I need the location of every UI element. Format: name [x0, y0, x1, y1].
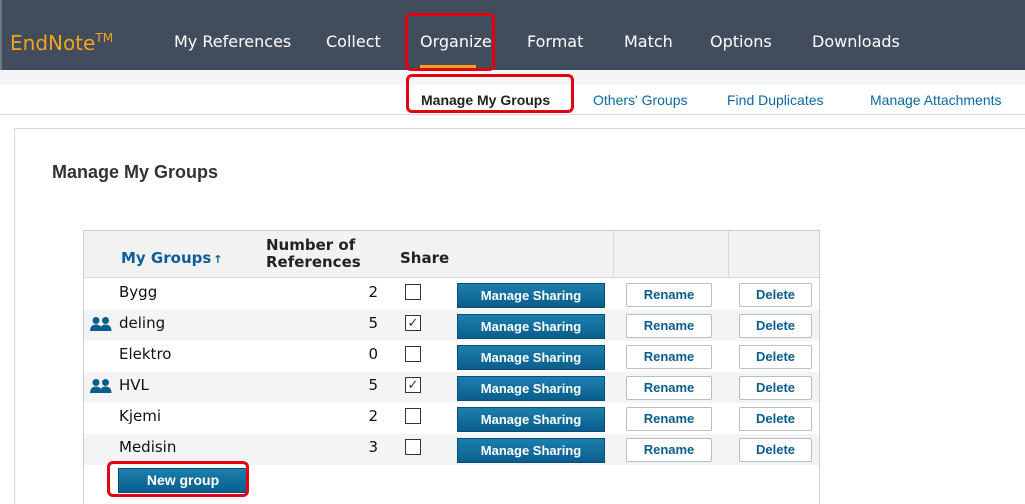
top-navigation: EndNoteTM My References Collect Organize… [0, 0, 1025, 115]
table-row: Elektro 0 Manage Sharing Rename Delete [84, 341, 819, 372]
column-header-count-line2: References [266, 253, 361, 271]
reference-count: 5 [368, 314, 378, 332]
top-bar: EndNoteTM My References Collect Organize… [0, 0, 1025, 70]
column-separator [613, 231, 614, 278]
delete-button[interactable]: Delete [739, 283, 812, 307]
column-header-share: Share [400, 249, 450, 267]
nav-collect[interactable]: Collect [326, 33, 381, 51]
rename-button[interactable]: Rename [626, 407, 712, 431]
subnav-divider [0, 114, 1025, 115]
rename-button[interactable]: Rename [626, 345, 712, 369]
rename-button[interactable]: Rename [626, 438, 712, 462]
manage-sharing-button[interactable]: Manage Sharing [457, 314, 605, 339]
manage-sharing-button[interactable]: Manage Sharing [457, 345, 605, 370]
delete-button[interactable]: Delete [739, 407, 812, 431]
nav-my-references[interactable]: My References [174, 33, 291, 51]
manage-sharing-button[interactable]: Manage Sharing [457, 376, 605, 401]
share-checkbox[interactable] [405, 408, 421, 424]
reference-count: 5 [368, 376, 378, 394]
sort-arrow-up-icon: ↑ [213, 253, 223, 266]
share-checkbox[interactable] [405, 439, 421, 455]
delete-button[interactable]: Delete [739, 376, 812, 400]
table-row: deling 5 ✓ Manage Sharing Rename Delete [84, 310, 819, 341]
new-group-highlight-box [107, 461, 249, 497]
column-header-my-groups-label: My Groups [121, 249, 212, 267]
table-row: Kjemi 2 Manage Sharing Rename Delete [84, 403, 819, 434]
group-name: Elektro [119, 345, 172, 363]
group-name: HVL [119, 376, 149, 394]
subnav-find-duplicates[interactable]: Find Duplicates [727, 92, 824, 108]
share-checkbox[interactable]: ✓ [405, 315, 421, 331]
reference-count: 2 [368, 407, 378, 425]
manage-sharing-button[interactable]: Manage Sharing [457, 283, 605, 308]
subnav-others-groups[interactable]: Others' Groups [593, 92, 688, 108]
column-header-my-groups[interactable]: My Groups ↑ [121, 250, 223, 268]
nav-options[interactable]: Options [710, 33, 772, 51]
rename-button[interactable]: Rename [626, 376, 712, 400]
table-row: HVL 5 ✓ Manage Sharing Rename Delete [84, 372, 819, 403]
rename-button[interactable]: Rename [626, 283, 712, 307]
manage-my-groups-highlight-box [406, 74, 574, 113]
people-icon [90, 317, 112, 331]
brand-logo[interactable]: EndNoteTM [10, 28, 113, 53]
share-checkbox[interactable] [405, 284, 421, 300]
table-header-row: My Groups ↑ Number of References Share [84, 231, 819, 278]
delete-button[interactable]: Delete [739, 345, 812, 369]
brand-name: EndNote [10, 31, 96, 55]
rename-button[interactable]: Rename [626, 314, 712, 338]
share-checkbox[interactable] [405, 346, 421, 362]
nav-match[interactable]: Match [624, 33, 673, 51]
nav-format[interactable]: Format [527, 33, 583, 51]
manage-sharing-button[interactable]: Manage Sharing [457, 407, 605, 432]
delete-button[interactable]: Delete [739, 314, 812, 338]
organize-highlight-box [405, 13, 495, 71]
group-name: Kjemi [119, 407, 162, 425]
reference-count: 0 [368, 345, 378, 363]
share-checkbox[interactable]: ✓ [405, 377, 421, 393]
column-header-count-line1: Number of [266, 236, 356, 254]
page-title: Manage My Groups [52, 162, 219, 182]
group-name: Bygg [119, 283, 158, 301]
group-name: Medisin [119, 438, 177, 456]
group-name: deling [119, 314, 166, 332]
subnav-manage-attachments[interactable]: Manage Attachments [870, 92, 1002, 108]
table-row: Bygg 2 Manage Sharing Rename Delete [84, 279, 819, 310]
brand-trademark: TM [95, 31, 114, 45]
nav-downloads[interactable]: Downloads [812, 33, 900, 51]
people-icon [90, 379, 112, 393]
manage-sharing-button[interactable]: Manage Sharing [457, 438, 605, 463]
column-separator [728, 231, 729, 278]
delete-button[interactable]: Delete [739, 438, 812, 462]
reference-count: 2 [368, 283, 378, 301]
reference-count: 3 [368, 438, 378, 456]
